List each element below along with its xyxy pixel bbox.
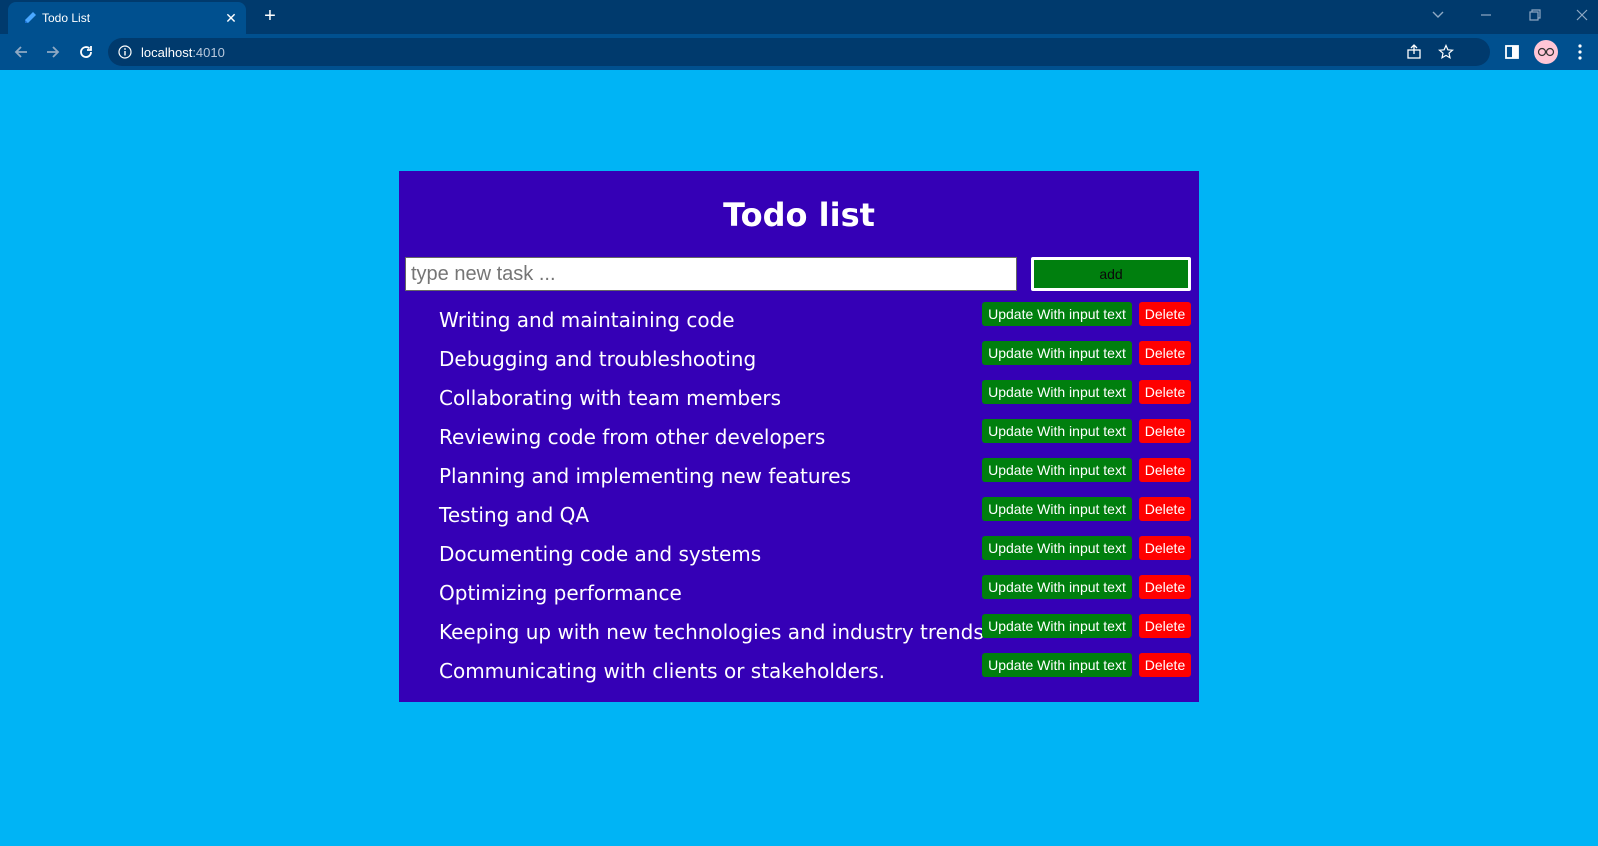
update-button[interactable]: Update With input text (982, 536, 1132, 560)
delete-button[interactable]: Delete (1139, 341, 1191, 365)
todo-text: Testing and QA (439, 503, 590, 527)
update-button[interactable]: Update With input text (982, 575, 1132, 599)
update-button[interactable]: Update With input text (982, 419, 1132, 443)
more-menu-icon[interactable] (1570, 42, 1590, 62)
url-host: localhost (141, 45, 193, 60)
back-icon[interactable] (11, 42, 31, 62)
browser-toolbar: localhost:4010 (0, 34, 1598, 70)
todo-text: Debugging and troubleshooting (439, 347, 757, 371)
delete-button[interactable]: Delete (1139, 614, 1191, 638)
browser-tab[interactable]: Todo List ✕ (8, 2, 246, 34)
todo-item: Writing and maintaining code Update With … (399, 302, 1199, 341)
todo-list: Writing and maintaining code Update With … (399, 302, 1199, 692)
update-button[interactable]: Update With input text (982, 614, 1132, 638)
share-icon[interactable] (1406, 44, 1422, 60)
new-task-input[interactable] (405, 257, 1017, 291)
todo-text: Planning and implementing new features (439, 464, 852, 488)
update-button[interactable]: Update With input text (982, 380, 1132, 404)
minimize-icon[interactable] (1474, 5, 1498, 25)
site-info-icon[interactable] (118, 45, 132, 59)
todo-text: Reviewing code from other developers (439, 425, 826, 449)
todo-text: Keeping up with new technologies and ind… (439, 620, 984, 644)
todo-item: Optimizing performance Update With input … (399, 575, 1199, 614)
pencil-icon (22, 10, 38, 26)
todo-text: Optimizing performance (439, 581, 682, 605)
delete-button[interactable]: Delete (1139, 497, 1191, 521)
close-tab-icon[interactable]: ✕ (222, 9, 240, 27)
forward-icon[interactable] (43, 42, 63, 62)
reload-icon[interactable] (76, 42, 96, 62)
bookmark-star-icon[interactable] (1438, 44, 1454, 60)
todo-item: Planning and implementing new features Up… (399, 458, 1199, 497)
delete-button[interactable]: Delete (1139, 419, 1191, 443)
todo-text: Collaborating with team members (439, 386, 782, 410)
delete-button[interactable]: Delete (1139, 536, 1191, 560)
url-port: :4010 (192, 45, 225, 60)
delete-button[interactable]: Delete (1139, 380, 1191, 404)
url-text: localhost:4010 (141, 45, 225, 60)
todo-item: Testing and QA Update With input text Dele… (399, 497, 1199, 536)
todo-card: Todo list add Writing and maintaining co… (399, 171, 1199, 702)
todo-item: Keeping up with new technologies and ind… (399, 614, 1199, 653)
todo-text: Communicating with clients or stakeholde… (439, 659, 885, 683)
todo-item: Documenting code and systems Update With … (399, 536, 1199, 575)
tab-title: Todo List (42, 11, 91, 25)
restore-icon[interactable] (1522, 5, 1546, 25)
tab-search-icon[interactable] (1426, 5, 1450, 25)
delete-button[interactable]: Delete (1139, 653, 1191, 677)
todo-text: Documenting code and systems (439, 542, 762, 566)
page-title: Todo list (723, 196, 875, 234)
update-button[interactable]: Update With input text (982, 653, 1132, 677)
delete-button[interactable]: Delete (1139, 458, 1191, 482)
delete-button[interactable]: Delete (1139, 302, 1191, 326)
todo-item: Debugging and troubleshooting Update With… (399, 341, 1199, 380)
add-button[interactable]: add (1031, 257, 1191, 291)
profile-avatar[interactable] (1534, 40, 1558, 64)
update-button[interactable]: Update With input text (982, 341, 1132, 365)
todo-item: Communicating with clients or stakeholde… (399, 653, 1199, 692)
close-window-icon[interactable] (1570, 5, 1594, 25)
address-bar[interactable]: localhost:4010 (108, 38, 1490, 66)
update-button[interactable]: Update With input text (982, 302, 1132, 326)
todo-item: Collaborating with team members Update Wi… (399, 380, 1199, 419)
side-panel-icon[interactable] (1502, 42, 1522, 62)
browser-tab-bar: Todo List ✕ + (0, 0, 1598, 34)
new-tab-icon[interactable]: + (260, 6, 280, 26)
update-button[interactable]: Update With input text (982, 458, 1132, 482)
delete-button[interactable]: Delete (1139, 575, 1191, 599)
todo-text: Writing and maintaining code (439, 308, 735, 332)
todo-item: Reviewing code from other developers Upda… (399, 419, 1199, 458)
update-button[interactable]: Update With input text (982, 497, 1132, 521)
